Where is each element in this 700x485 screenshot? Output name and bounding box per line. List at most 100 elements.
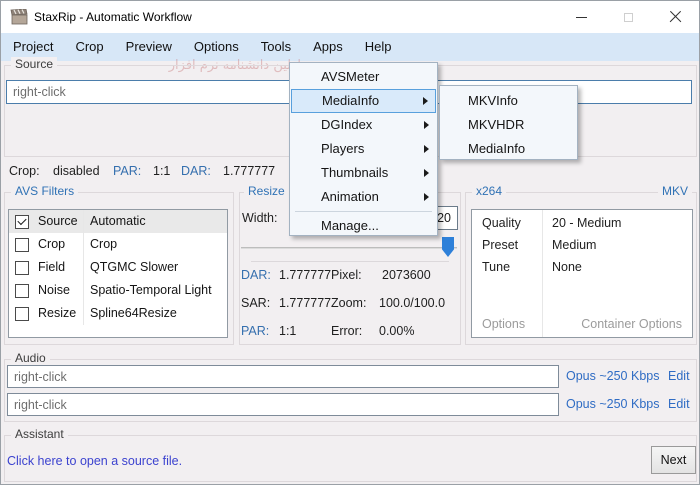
maximize-icon [624,13,633,22]
container-label[interactable]: MKV [658,184,692,198]
resize-dar-value: 1.777777 [279,268,331,282]
minimize-button[interactable] [558,1,605,33]
apps-dropdown-menu: AVSMeter MediaInfo DGIndex Players Thumb… [289,62,438,236]
error-value: 0.00% [379,324,414,338]
audio-track2-edit-link[interactable]: Edit [668,397,690,411]
list-divider [83,233,84,256]
audio-group-label: Audio [11,351,50,365]
panel-divider [542,210,543,337]
submenu-item-mediainfo[interactable]: MediaInfo [441,137,576,161]
submenu-arrow-icon [423,97,428,105]
tune-value: None [552,260,582,274]
filter-checkbox-resize[interactable] [15,307,29,321]
resize-dar-label[interactable]: DAR: [241,268,271,282]
submenu-arrow-icon [424,145,429,153]
audio-track1-edit-link[interactable]: Edit [668,369,690,383]
filter-value: Automatic [90,210,146,233]
audio-track1-codec-link[interactable]: Opus ~250 Kbps [566,369,659,383]
assistant-group-label: Assistant [11,427,68,441]
par-label[interactable]: PAR: [113,164,141,178]
container-options-link[interactable]: Container Options [581,317,682,331]
filter-row-source[interactable]: Source Automatic [9,210,227,233]
close-icon [669,11,682,24]
filter-name: Crop [38,233,65,256]
pixel-value: 2073600 [382,268,431,282]
resize-sar-value: 1.777777 [279,296,331,310]
filter-name: Field [38,256,65,279]
pixel-label: Pixel: [331,268,362,282]
close-button[interactable] [652,1,699,33]
menu-item-animation[interactable]: Animation [291,185,436,209]
filter-value: QTGMC Slower [90,256,178,279]
filter-row-resize[interactable]: Resize Spline64Resize [9,302,227,325]
menu-item-label: MKVHDR [468,117,524,132]
error-label: Error: [331,324,362,338]
list-divider [83,256,84,279]
minimize-icon [576,17,587,18]
menu-item-thumbnails[interactable]: Thumbnails [291,161,436,185]
dar-label[interactable]: DAR: [181,164,211,178]
x264-panel[interactable]: Quality 20 - Medium Preset Medium Tune N… [471,209,693,338]
menu-item-label: MKVInfo [468,93,518,108]
filter-row-field[interactable]: Field QTGMC Slower [9,256,227,279]
filter-row-crop[interactable]: Crop Crop [9,233,227,256]
menu-tools[interactable]: Tools [250,33,302,61]
width-slider-track[interactable] [241,247,457,249]
menu-apps[interactable]: Apps [302,33,354,61]
zoom-value: 100.0/100.0 [379,296,445,310]
submenu-arrow-icon [424,193,429,201]
next-button[interactable]: Next [651,446,696,474]
preset-value: Medium [552,238,596,252]
filter-checkbox-crop[interactable] [15,238,29,252]
quality-label: Quality [482,216,521,230]
filter-row-noise[interactable]: Noise Spatio-Temporal Light [9,279,227,302]
audio-track2-codec-link[interactable]: Opus ~250 Kbps [566,397,659,411]
width-label: Width: [242,211,277,225]
menu-item-dgindex[interactable]: DGIndex [291,113,436,137]
list-divider [83,279,84,302]
par-value: 1:1 [153,164,170,178]
menu-item-manage[interactable]: Manage... [291,214,436,238]
avs-filters-label[interactable]: AVS Filters [11,184,78,198]
x264-group-label[interactable]: x264 [472,184,506,198]
filter-value: Crop [90,233,117,256]
maximize-button[interactable] [605,1,652,33]
app-clapperboard-icon [10,9,28,25]
audio-track1-input[interactable] [7,365,559,388]
menu-item-label: MediaInfo [322,93,379,108]
filter-name: Resize [38,302,76,325]
filter-name: Noise [38,279,70,302]
filter-checkbox-source[interactable] [15,215,29,229]
audio-track2-input[interactable] [7,393,559,416]
menu-crop[interactable]: Crop [64,33,114,61]
crop-status-value[interactable]: disabled [53,164,100,178]
source-group-label: Source [11,57,57,71]
resize-par-label[interactable]: PAR: [241,324,269,338]
menu-item-mediainfo[interactable]: MediaInfo [291,89,436,113]
menu-item-players[interactable]: Players [291,137,436,161]
menu-options[interactable]: Options [183,33,250,61]
filter-checkbox-field[interactable] [15,261,29,275]
options-link[interactable]: Options [482,317,525,331]
menu-item-label: DGIndex [321,117,372,132]
submenu-arrow-icon [424,169,429,177]
menu-preview[interactable]: Preview [115,33,183,61]
menu-item-label: Thumbnails [321,165,388,180]
tune-label: Tune [482,260,510,274]
menu-item-avsmeter[interactable]: AVSMeter [291,65,436,89]
menu-item-label: Animation [321,189,379,204]
open-source-link[interactable]: Click here to open a source file. [7,454,182,468]
filter-checkbox-noise[interactable] [15,284,29,298]
menu-separator [295,211,432,212]
width-slider-baseline [251,261,449,262]
menu-help[interactable]: Help [354,33,403,61]
mediainfo-submenu: MKVInfo MKVHDR MediaInfo [439,85,578,160]
menu-bar: Project Crop Preview Options Tools Apps … [1,33,699,61]
menu-item-label: Players [321,141,364,156]
submenu-item-mkvhdr[interactable]: MKVHDR [441,113,576,137]
submenu-item-mkvinfo[interactable]: MKVInfo [441,89,576,113]
resize-group-label[interactable]: Resize [244,184,289,198]
preset-label: Preset [482,238,518,252]
resize-par-value: 1:1 [279,324,296,338]
title-bar: StaxRip - Automatic Workflow [1,1,699,33]
